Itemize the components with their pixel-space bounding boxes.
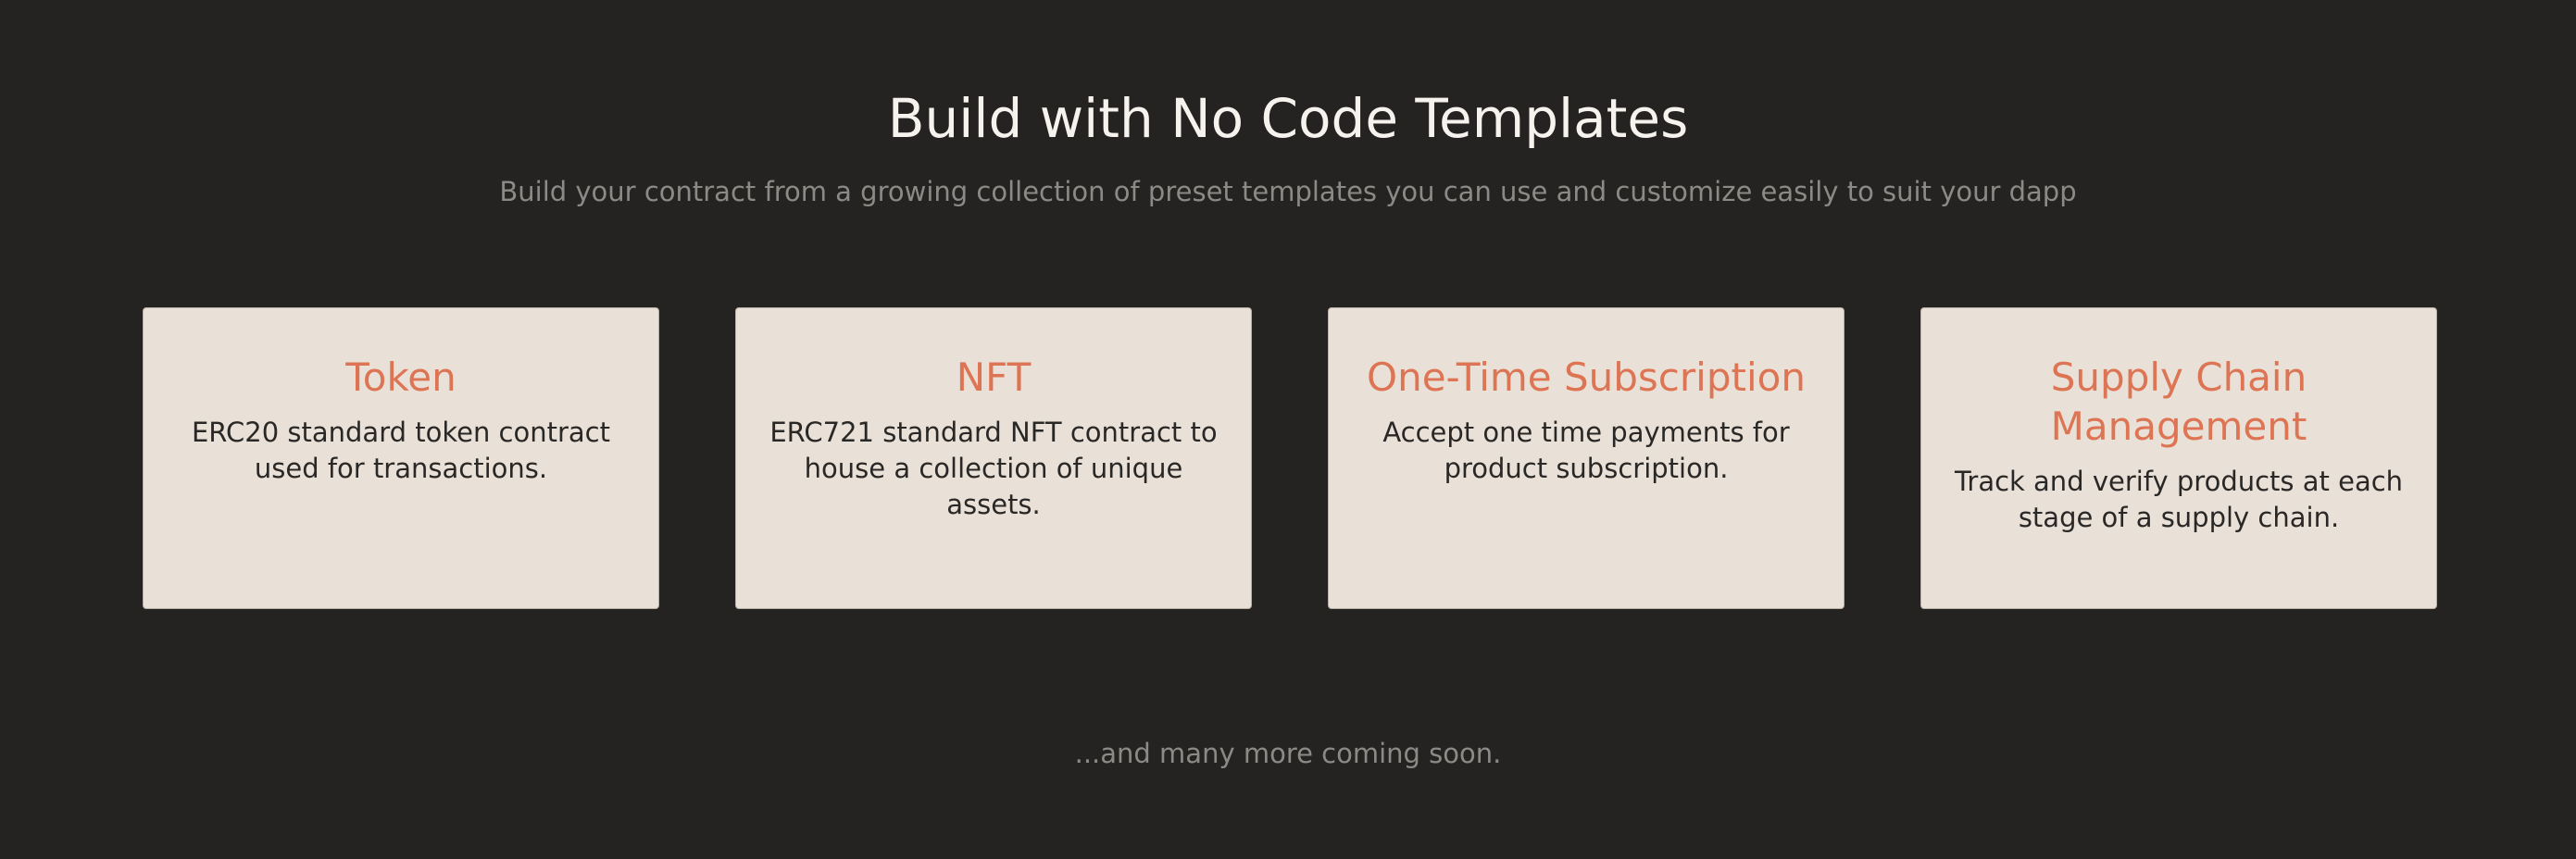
template-card-supply-chain-management[interactable]: Supply Chain Management Track and verify… — [1920, 307, 2437, 609]
template-card-grid: Token ERC20 standard token contract used… — [143, 307, 2439, 611]
coming-soon-note: ...and many more coming soon. — [1074, 738, 1502, 769]
card-title: NFT — [956, 355, 1032, 400]
section-subtitle: Build your contract from a growing colle… — [499, 176, 2077, 207]
card-description: Track and verify products at each stage … — [1954, 466, 2404, 533]
templates-section: Build with No Code Templates Build your … — [0, 0, 2576, 859]
card-title: Token — [345, 355, 456, 400]
card-title: One-Time Subscription — [1367, 355, 1806, 400]
card-description: Accept one time payments for product sub… — [1382, 417, 1790, 484]
template-card-token[interactable]: Token ERC20 standard token contract used… — [143, 307, 659, 609]
section-title: Build with No Code Templates — [887, 87, 1689, 150]
template-card-one-time-subscription[interactable]: One-Time Subscription Accept one time pa… — [1328, 307, 1844, 609]
card-title: Supply Chain Management — [2050, 355, 2307, 449]
card-description: ERC20 standard token contract used for t… — [191, 417, 610, 484]
template-card-nft[interactable]: NFT ERC721 standard NFT contract to hous… — [735, 307, 1252, 609]
card-description: ERC721 standard NFT contract to house a … — [769, 417, 1218, 520]
